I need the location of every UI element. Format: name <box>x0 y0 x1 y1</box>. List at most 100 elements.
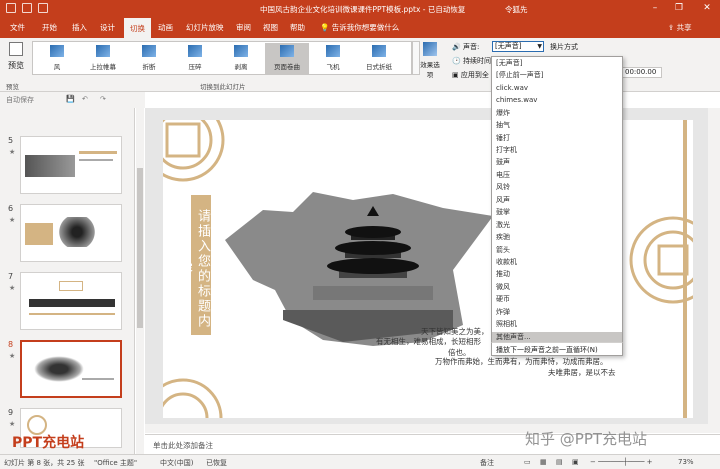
view-reading-icon[interactable]: ▤ <box>556 458 563 466</box>
sound-option[interactable]: 硬币 <box>492 294 622 304</box>
group-label-switch: 切换到此幻灯片 <box>200 83 246 91</box>
sound-option[interactable]: 照相机 <box>492 319 622 329</box>
wind-icon <box>50 45 64 57</box>
effect-options-button[interactable]: 效果选项 <box>418 42 442 79</box>
sound-option[interactable]: 电压 <box>492 170 622 180</box>
scroll-thumb[interactable] <box>137 168 143 328</box>
ribbon-tabs: 文件 开始 插入 设计 切换 动画 幻灯片放映 审阅 视图 帮助 💡 告诉我你想… <box>0 18 720 38</box>
tab-file[interactable]: 文件 <box>10 22 25 33</box>
effect-airplane[interactable]: 飞机 <box>311 43 355 74</box>
tab-home[interactable]: 开始 <box>42 22 57 33</box>
sound-option[interactable]: 鼓声 <box>492 157 622 167</box>
peel-icon <box>234 45 248 57</box>
tab-help[interactable]: 帮助 <box>290 22 305 33</box>
sound-option[interactable]: 收款机 <box>492 257 622 267</box>
effect-curtain[interactable]: 上拉帷幕 <box>81 43 125 74</box>
sound-option[interactable]: 抽气 <box>492 120 622 130</box>
slide-count: 幻灯片 第 8 张，共 25 张 <box>4 459 85 467</box>
zoom-level[interactable]: 73% <box>678 458 694 466</box>
zoom-slider[interactable]: − ──────┼──── + <box>590 458 653 466</box>
view-normal-icon[interactable]: ▭ <box>524 458 531 466</box>
slide-thumbnail-6[interactable] <box>20 204 122 262</box>
sound-option[interactable]: 激光 <box>492 220 622 230</box>
animation-star-icon: ★ <box>9 148 16 156</box>
sound-option[interactable]: 疾驰 <box>492 232 622 242</box>
sound-option[interactable]: click.wav <box>492 83 622 93</box>
sound-option[interactable]: 微风 <box>492 282 622 292</box>
effect-origami[interactable]: 日式折纸 <box>357 43 401 74</box>
sound-option[interactable]: [无声音] <box>492 58 622 68</box>
close-button[interactable]: ✕ <box>700 2 714 14</box>
redo-icon[interactable] <box>38 3 48 13</box>
preview-label: 预览 <box>8 61 24 70</box>
redo-icon[interactable]: ↷ <box>100 95 106 103</box>
quick-access-toolbar <box>6 3 48 13</box>
sound-option[interactable]: 箭头 <box>492 245 622 255</box>
sound-dropdown-list: [无声音] [停止前一声音] click.wav chimes.wav 爆炸抽气锤打打字… <box>491 56 623 356</box>
slide-body-line: 万物作而弗始，生而弗有，为而弗恃，功成而弗居。 <box>435 357 608 366</box>
sound-option[interactable]: 锤打 <box>492 133 622 143</box>
title-bar: 中国风古韵企业文化培训微课课件PPT模板.pptx - 已自动恢复 令狐先 – … <box>0 0 720 18</box>
notes-toggle[interactable]: 备注 <box>480 458 494 468</box>
slide-thumbnail-7[interactable] <box>20 272 122 330</box>
curtain-icon <box>96 45 110 57</box>
sound-option[interactable]: 鼓掌 <box>492 207 622 217</box>
sound-option[interactable]: 炸弹 <box>492 307 622 317</box>
tab-view[interactable]: 视图 <box>263 22 278 33</box>
tab-review[interactable]: 审阅 <box>236 22 251 33</box>
preview-button[interactable]: 预览 <box>5 42 27 71</box>
slide-thumbnail-5[interactable] <box>20 136 122 194</box>
loop-until-next-option[interactable]: 播放下一段声音之前一直循环(N) <box>491 342 623 356</box>
sound-option[interactable]: 风铃 <box>492 182 622 192</box>
language[interactable]: 中文(中国) <box>160 458 193 468</box>
tell-me-search[interactable]: 💡 告诉我你想要做什么 <box>320 22 399 33</box>
sound-label: 🔊 声音: <box>452 43 480 51</box>
chevron-down-icon: ▼ <box>537 43 542 50</box>
after-time-field[interactable]: 00:00.00 <box>622 67 662 78</box>
tab-animations[interactable]: 动画 <box>158 22 173 33</box>
window-title: 中国风古韵企业文化培训微课课件PPT模板.pptx - 已自动恢复 <box>260 5 466 14</box>
logo-watermark: PPT充电站 <box>12 435 85 451</box>
save-icon[interactable]: 💾 <box>66 95 75 103</box>
undo-icon[interactable]: ↶ <box>82 95 88 103</box>
animation-star-icon: ★ <box>9 216 16 224</box>
undo-icon[interactable] <box>22 3 32 13</box>
minimize-button[interactable]: – <box>648 2 662 14</box>
restore-button[interactable]: ❐ <box>672 2 686 14</box>
sound-option[interactable]: [停止前一声音] <box>492 70 622 80</box>
sound-option[interactable]: chimes.wav <box>492 95 622 105</box>
tab-slideshow[interactable]: 幻灯片放映 <box>186 22 224 33</box>
tab-insert[interactable]: 插入 <box>72 22 87 33</box>
share-button[interactable]: ⇪ 共享 <box>668 22 692 33</box>
sound-option[interactable]: 爆炸 <box>492 108 622 118</box>
tab-design[interactable]: 设计 <box>100 22 115 33</box>
sound-select[interactable]: [无声音] ▼ <box>492 41 544 52</box>
effect-crush[interactable]: 压碎 <box>173 43 217 74</box>
sound-option[interactable]: 打字机 <box>492 145 622 155</box>
airplane-icon <box>326 45 340 57</box>
user-name[interactable]: 令狐先 <box>505 4 528 15</box>
thumb-number: 5 <box>8 136 14 145</box>
effect-page-curl[interactable]: 页面卷曲 <box>265 43 309 74</box>
sound-option[interactable]: 其他声音... <box>492 331 622 342</box>
effect-fracture[interactable]: 折断 <box>127 43 171 74</box>
view-sorter-icon[interactable]: ▦ <box>540 458 547 466</box>
slide-thumbnail-8[interactable] <box>20 340 122 398</box>
view-slideshow-icon[interactable]: ▣ <box>572 458 579 466</box>
thumb-number: 8 <box>8 340 14 349</box>
vertical-title-box[interactable]: 请插入您的标题内容 <box>177 195 211 335</box>
tab-transitions[interactable]: 切换 <box>124 18 151 38</box>
apply-all-button[interactable]: ▣ 应用到全 <box>452 70 489 80</box>
status-bar: 幻灯片 第 8 张，共 25 张 "Office 主题" 中文(中国) 已恢复 … <box>0 454 720 469</box>
save-icon[interactable] <box>6 3 16 13</box>
effect-wind[interactable]: 风 <box>35 43 79 74</box>
recovered-status: 已恢复 <box>206 459 227 467</box>
sound-option[interactable]: 推动 <box>492 269 622 279</box>
preview-icon <box>9 42 23 56</box>
effect-peel[interactable]: 剥离 <box>219 43 263 74</box>
thumbnail-scrollbar[interactable] <box>136 108 144 454</box>
vertical-scrollbar[interactable] <box>708 108 720 433</box>
sound-option[interactable]: 风声 <box>492 195 622 205</box>
transition-gallery: 风 上拉帷幕 折断 压碎 剥离 页面卷曲 飞机 日式折纸 <box>32 41 412 75</box>
switch-mode-label: 换片方式 <box>550 43 578 51</box>
